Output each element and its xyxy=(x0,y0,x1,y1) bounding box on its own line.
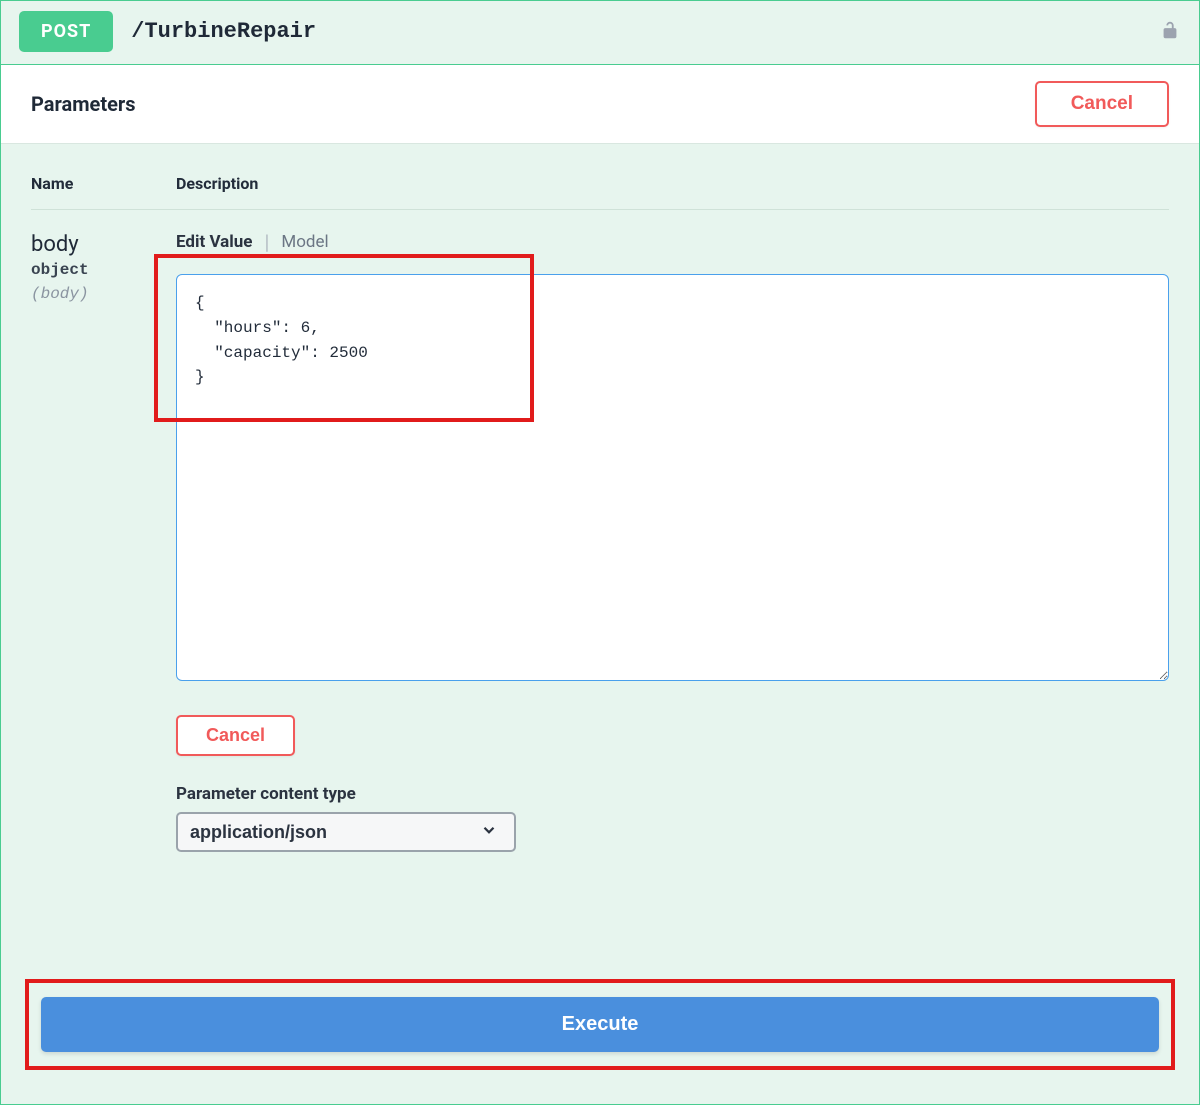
parameter-description-cell: Edit Value | Model Cancel Parameter cont… xyxy=(176,232,1169,852)
col-header-name: Name xyxy=(31,174,176,193)
columns-header: Name Description xyxy=(31,174,1169,210)
http-method-badge: POST xyxy=(19,11,113,52)
parameter-name-cell: body object (body) xyxy=(31,232,176,852)
operation-panel: POST /TurbineRepair Parameters Cancel Na… xyxy=(0,0,1200,1105)
content-type-label: Parameter content type xyxy=(176,784,1169,804)
parameters-bar: Parameters Cancel xyxy=(1,65,1199,144)
parameter-name: body xyxy=(31,232,176,257)
unlock-icon[interactable] xyxy=(1159,18,1181,46)
execute-button[interactable]: Execute xyxy=(41,997,1159,1052)
body-textarea[interactable] xyxy=(176,274,1169,681)
cancel-button[interactable]: Cancel xyxy=(1035,81,1169,127)
operation-header[interactable]: POST /TurbineRepair xyxy=(1,1,1199,65)
value-tabs: Edit Value | Model xyxy=(176,232,1169,252)
endpoint-path: /TurbineRepair xyxy=(131,19,316,44)
parameter-row: body object (body) Edit Value | Model Ca… xyxy=(31,210,1169,852)
col-header-description: Description xyxy=(176,174,258,193)
body-editor-wrapper xyxy=(176,274,1169,685)
parameters-title: Parameters xyxy=(31,92,1035,116)
cancel-body-button[interactable]: Cancel xyxy=(176,715,295,756)
tab-model[interactable]: Model xyxy=(281,232,328,252)
parameter-in: (body) xyxy=(31,285,176,303)
tab-separator: | xyxy=(264,232,269,252)
tab-edit-value[interactable]: Edit Value xyxy=(176,232,252,252)
parameter-type: object xyxy=(31,261,176,279)
parameters-body: Name Description body object (body) Edit… xyxy=(1,144,1199,872)
content-type-select[interactable]: application/json xyxy=(176,812,516,852)
content-type-select-wrap: application/json xyxy=(176,812,516,852)
annotation-highlight-execute: Execute xyxy=(25,979,1175,1070)
